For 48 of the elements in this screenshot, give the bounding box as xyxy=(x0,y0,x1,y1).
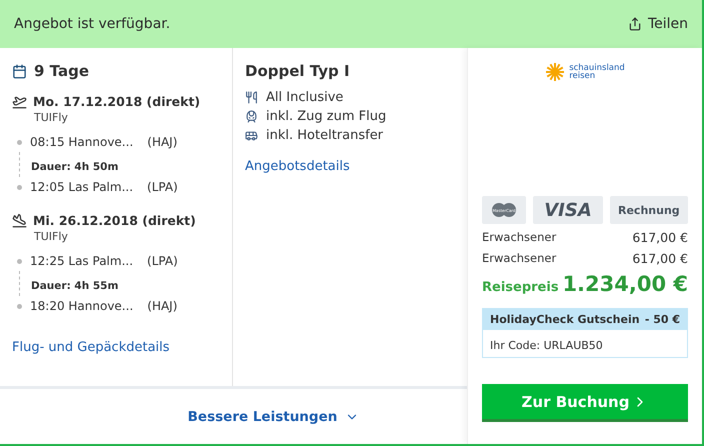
feature-label: All Inclusive xyxy=(266,90,344,105)
stop-time-place: 12:25 Las Palm... xyxy=(30,254,134,268)
airline-name: TUIFly xyxy=(34,111,69,124)
traveler-type: Erwachsener xyxy=(482,230,556,245)
better-services-link[interactable]: Bessere Leistungen xyxy=(108,408,360,424)
flight-duration: Dauer: 4h 55m xyxy=(31,280,118,292)
flight-details-link[interactable]: Flug- und Gepäckdetails xyxy=(12,340,170,355)
airport-code: (HAJ) xyxy=(147,299,178,313)
traveler-price: 617,00 € xyxy=(632,230,688,245)
airline-name: TUIFly xyxy=(34,230,69,243)
voucher-title: HolidayCheck Gutschein xyxy=(490,313,640,326)
train-icon xyxy=(245,110,258,123)
calendar-icon xyxy=(12,64,27,78)
share-icon xyxy=(628,17,642,31)
voucher-discount: - 50 € xyxy=(644,313,680,326)
total-label: Reisepreis xyxy=(482,280,559,295)
traveler-type: Erwachsener xyxy=(482,251,556,266)
flight-duration: Dauer: 4h 50m xyxy=(31,161,118,173)
offer-details-link[interactable]: Angebotsdetails xyxy=(245,159,350,174)
trip-duration: 9 Tage xyxy=(34,62,89,80)
voucher-code: Ihr Code: URLAUB50 xyxy=(490,339,603,352)
traveler-price: 617,00 € xyxy=(632,251,688,266)
sun-icon xyxy=(545,62,566,82)
stop-time-place: 08:15 Hannove... xyxy=(30,135,134,149)
visa-badge: VISA xyxy=(533,196,603,224)
banner-message: Angebot ist verfügbar. xyxy=(14,16,170,32)
cutlery-icon xyxy=(245,91,258,104)
room-type: Doppel Typ I xyxy=(245,62,351,80)
stop-dot xyxy=(17,140,22,144)
airport-code: (LPA) xyxy=(147,180,178,194)
stop-time-place: 12:05 Las Palm... xyxy=(30,180,134,194)
payment-badge: Rechnung xyxy=(610,196,688,224)
bus-icon xyxy=(245,129,258,142)
flight-date: Mi. 26.12.2018 (direkt) xyxy=(33,213,196,228)
airport-code: (LPA) xyxy=(147,254,178,268)
plane-takeoff-icon xyxy=(12,94,27,109)
plane-landing-icon xyxy=(12,213,27,228)
operator-logo: schauinsland reisen xyxy=(482,62,688,82)
total-price: 1.234,00 € xyxy=(562,272,688,296)
feature-label: inkl. Zug zum Flug xyxy=(266,109,386,124)
airport-code: (HAJ) xyxy=(147,135,178,149)
share-button[interactable]: Teilen xyxy=(628,16,688,32)
stop-dot xyxy=(17,184,22,190)
feature-label: inkl. Hoteltransfer xyxy=(266,128,384,143)
flight-date: Mo. 17.12.2018 (direkt) xyxy=(33,94,200,109)
stop-time-place: 18:20 Hannove... xyxy=(30,299,134,313)
stop-dot xyxy=(17,304,22,308)
stop-dot xyxy=(17,258,22,264)
